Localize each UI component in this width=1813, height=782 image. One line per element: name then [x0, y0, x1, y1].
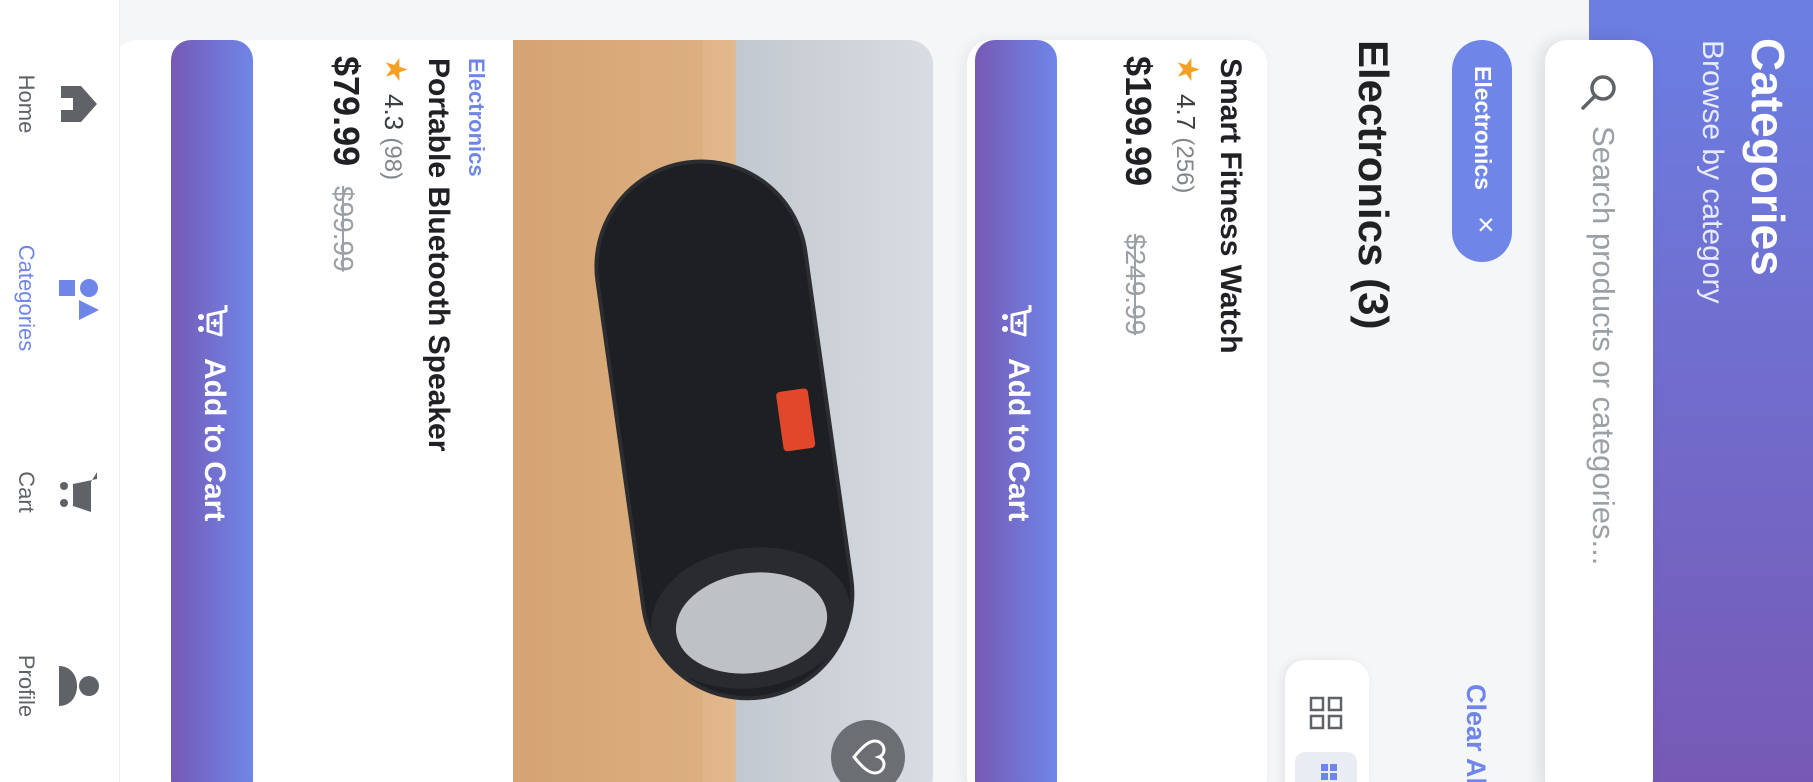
search-icon	[1581, 75, 1616, 110]
product-card[interactable]: Electronics Portable Bluetooth Speaker ★…	[113, 40, 933, 782]
review-count: (98)	[379, 137, 406, 181]
nav-item-cart[interactable]: Cart	[1, 402, 101, 582]
close-icon[interactable]: ×	[1468, 216, 1502, 234]
add-to-cart-button[interactable]: Add to Cart	[171, 40, 253, 782]
star-icon: ★	[379, 56, 412, 83]
home-icon	[61, 86, 97, 122]
results-title: Electronics (3)	[1350, 40, 1397, 330]
nav-item-home[interactable]: Home	[1, 14, 101, 194]
product-name: Portable Bluetooth Speaker	[422, 58, 455, 452]
add-cart-icon	[1002, 305, 1032, 337]
profile-icon	[59, 666, 99, 706]
page-title: Categories	[1742, 38, 1794, 276]
product-card[interactable]: Smart Fitness Watch ★ 4.7 (256) $199.99 …	[967, 40, 1267, 782]
speaker-photo	[513, 40, 933, 782]
add-to-cart-button[interactable]: Add to Cart	[975, 40, 1057, 782]
view-toggle	[1285, 660, 1369, 782]
nav-label: Categories	[14, 244, 39, 352]
list-view-button[interactable]	[1295, 752, 1357, 782]
product-old-price: $249.99	[1120, 234, 1151, 336]
add-to-cart-label: Add to Cart	[1002, 358, 1035, 522]
filter-chip-electronics[interactable]: Electronics ×	[1452, 40, 1512, 262]
screen: Categories Browse by category Search pro…	[0, 0, 1813, 782]
clear-all-button[interactable]: Clear All	[1460, 684, 1491, 782]
product-rating: 4.3 (98)	[378, 94, 409, 180]
rating-value: 4.7	[1171, 94, 1201, 131]
nav-label: Profile	[14, 654, 39, 718]
star-icon: ★	[1171, 56, 1204, 83]
list-view-icon	[1321, 764, 1337, 780]
grid-view-icon[interactable]	[1309, 696, 1343, 730]
app-root: Categories Browse by category Search pro…	[0, 0, 1813, 782]
product-price: $199.99	[1118, 56, 1159, 187]
nav-item-categories[interactable]: Categories	[1, 208, 101, 388]
categories-icon	[59, 279, 99, 320]
product-rating: 4.7 (256)	[1170, 94, 1201, 193]
product-name: Smart Fitness Watch	[1214, 58, 1247, 354]
heart-icon	[852, 739, 886, 775]
nav-label: Cart	[14, 471, 39, 513]
rating-value: 4.3	[379, 94, 409, 131]
filter-chip-label: Electronics	[1470, 66, 1496, 190]
bottom-nav: Home Categories Cart Profile	[0, 0, 120, 782]
product-image[interactable]	[513, 40, 933, 782]
review-count: (256)	[1171, 137, 1198, 194]
product-old-price: $99.99	[328, 186, 359, 272]
nav-label: Home	[14, 74, 39, 134]
search-placeholder: Search products or categories...	[1586, 126, 1621, 566]
product-price: $79.99	[326, 56, 367, 167]
add-cart-icon	[198, 305, 228, 337]
cart-icon	[60, 472, 97, 512]
page-subtitle: Browse by category	[1696, 40, 1729, 304]
nav-item-profile[interactable]: Profile	[1, 596, 101, 776]
product-category: Electronics	[464, 58, 489, 177]
search-input[interactable]: Search products or categories...	[1545, 40, 1653, 782]
add-to-cart-label: Add to Cart	[198, 358, 231, 522]
